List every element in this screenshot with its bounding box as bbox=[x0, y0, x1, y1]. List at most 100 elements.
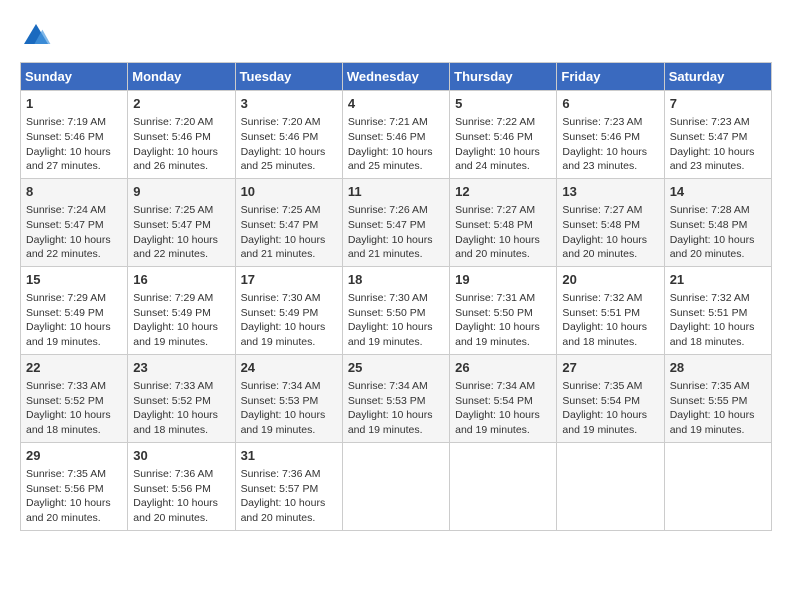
day-number: 16 bbox=[133, 271, 229, 289]
sunrise-label: Sunrise: 7:20 AM bbox=[133, 116, 213, 128]
sunrise-label: Sunrise: 7:27 AM bbox=[455, 204, 535, 216]
sunset-label: Sunset: 5:48 PM bbox=[562, 219, 640, 231]
logo-icon bbox=[20, 20, 52, 52]
day-number: 4 bbox=[348, 95, 444, 113]
sunrise-label: Sunrise: 7:29 AM bbox=[133, 292, 213, 304]
day-number: 19 bbox=[455, 271, 551, 289]
sunrise-label: Sunrise: 7:33 AM bbox=[133, 380, 213, 392]
daylight-minutes: and 23 minutes. bbox=[562, 160, 637, 172]
day-number: 22 bbox=[26, 359, 122, 377]
daylight-minutes: and 20 minutes. bbox=[241, 512, 316, 524]
calendar-cell bbox=[450, 442, 557, 530]
daylight-label: Daylight: 10 hours bbox=[455, 146, 540, 158]
daylight-label: Daylight: 10 hours bbox=[562, 409, 647, 421]
sunrise-label: Sunrise: 7:35 AM bbox=[562, 380, 642, 392]
calendar-week-row: 15 Sunrise: 7:29 AM Sunset: 5:49 PM Dayl… bbox=[21, 266, 772, 354]
calendar-cell: 24 Sunrise: 7:34 AM Sunset: 5:53 PM Dayl… bbox=[235, 354, 342, 442]
daylight-label: Daylight: 10 hours bbox=[348, 409, 433, 421]
day-number: 12 bbox=[455, 183, 551, 201]
daylight-label: Daylight: 10 hours bbox=[26, 146, 111, 158]
sunrise-label: Sunrise: 7:25 AM bbox=[133, 204, 213, 216]
weekday-header-saturday: Saturday bbox=[664, 63, 771, 91]
day-number: 9 bbox=[133, 183, 229, 201]
day-number: 2 bbox=[133, 95, 229, 113]
day-number: 7 bbox=[670, 95, 766, 113]
weekday-header-friday: Friday bbox=[557, 63, 664, 91]
sunrise-label: Sunrise: 7:19 AM bbox=[26, 116, 106, 128]
calendar-cell bbox=[342, 442, 449, 530]
sunset-label: Sunset: 5:48 PM bbox=[670, 219, 748, 231]
daylight-minutes: and 22 minutes. bbox=[26, 248, 101, 260]
daylight-minutes: and 19 minutes. bbox=[670, 424, 745, 436]
sunset-label: Sunset: 5:47 PM bbox=[241, 219, 319, 231]
sunrise-label: Sunrise: 7:25 AM bbox=[241, 204, 321, 216]
sunset-label: Sunset: 5:50 PM bbox=[348, 307, 426, 319]
daylight-label: Daylight: 10 hours bbox=[241, 409, 326, 421]
day-number: 18 bbox=[348, 271, 444, 289]
daylight-label: Daylight: 10 hours bbox=[348, 146, 433, 158]
calendar-cell: 4 Sunrise: 7:21 AM Sunset: 5:46 PM Dayli… bbox=[342, 91, 449, 179]
day-number: 14 bbox=[670, 183, 766, 201]
sunrise-label: Sunrise: 7:36 AM bbox=[241, 468, 321, 480]
daylight-minutes: and 21 minutes. bbox=[241, 248, 316, 260]
sunrise-label: Sunrise: 7:31 AM bbox=[455, 292, 535, 304]
calendar-cell: 15 Sunrise: 7:29 AM Sunset: 5:49 PM Dayl… bbox=[21, 266, 128, 354]
calendar-cell: 30 Sunrise: 7:36 AM Sunset: 5:56 PM Dayl… bbox=[128, 442, 235, 530]
calendar-cell: 31 Sunrise: 7:36 AM Sunset: 5:57 PM Dayl… bbox=[235, 442, 342, 530]
calendar-cell: 8 Sunrise: 7:24 AM Sunset: 5:47 PM Dayli… bbox=[21, 178, 128, 266]
daylight-label: Daylight: 10 hours bbox=[133, 321, 218, 333]
sunset-label: Sunset: 5:47 PM bbox=[348, 219, 426, 231]
sunset-label: Sunset: 5:56 PM bbox=[133, 483, 211, 495]
sunset-label: Sunset: 5:51 PM bbox=[670, 307, 748, 319]
daylight-label: Daylight: 10 hours bbox=[133, 146, 218, 158]
daylight-minutes: and 20 minutes. bbox=[133, 512, 208, 524]
sunset-label: Sunset: 5:57 PM bbox=[241, 483, 319, 495]
daylight-minutes: and 22 minutes. bbox=[133, 248, 208, 260]
daylight-minutes: and 18 minutes. bbox=[133, 424, 208, 436]
weekday-header-tuesday: Tuesday bbox=[235, 63, 342, 91]
page-header bbox=[20, 20, 772, 52]
calendar-cell: 10 Sunrise: 7:25 AM Sunset: 5:47 PM Dayl… bbox=[235, 178, 342, 266]
daylight-minutes: and 18 minutes. bbox=[26, 424, 101, 436]
daylight-minutes: and 19 minutes. bbox=[133, 336, 208, 348]
weekday-header-row: SundayMondayTuesdayWednesdayThursdayFrid… bbox=[21, 63, 772, 91]
daylight-label: Daylight: 10 hours bbox=[562, 146, 647, 158]
daylight-label: Daylight: 10 hours bbox=[455, 409, 540, 421]
calendar-cell: 23 Sunrise: 7:33 AM Sunset: 5:52 PM Dayl… bbox=[128, 354, 235, 442]
day-number: 25 bbox=[348, 359, 444, 377]
calendar-table: SundayMondayTuesdayWednesdayThursdayFrid… bbox=[20, 62, 772, 531]
daylight-minutes: and 19 minutes. bbox=[348, 424, 423, 436]
daylight-minutes: and 26 minutes. bbox=[133, 160, 208, 172]
sunrise-label: Sunrise: 7:20 AM bbox=[241, 116, 321, 128]
calendar-cell: 11 Sunrise: 7:26 AM Sunset: 5:47 PM Dayl… bbox=[342, 178, 449, 266]
sunrise-label: Sunrise: 7:34 AM bbox=[241, 380, 321, 392]
weekday-header-sunday: Sunday bbox=[21, 63, 128, 91]
calendar-cell: 13 Sunrise: 7:27 AM Sunset: 5:48 PM Dayl… bbox=[557, 178, 664, 266]
calendar-cell bbox=[557, 442, 664, 530]
day-number: 31 bbox=[241, 447, 337, 465]
sunset-label: Sunset: 5:54 PM bbox=[562, 395, 640, 407]
daylight-minutes: and 20 minutes. bbox=[455, 248, 530, 260]
day-number: 26 bbox=[455, 359, 551, 377]
day-number: 21 bbox=[670, 271, 766, 289]
daylight-label: Daylight: 10 hours bbox=[670, 321, 755, 333]
weekday-header-thursday: Thursday bbox=[450, 63, 557, 91]
day-number: 24 bbox=[241, 359, 337, 377]
daylight-minutes: and 19 minutes. bbox=[241, 336, 316, 348]
sunset-label: Sunset: 5:49 PM bbox=[241, 307, 319, 319]
calendar-cell: 22 Sunrise: 7:33 AM Sunset: 5:52 PM Dayl… bbox=[21, 354, 128, 442]
sunrise-label: Sunrise: 7:28 AM bbox=[670, 204, 750, 216]
calendar-week-row: 29 Sunrise: 7:35 AM Sunset: 5:56 PM Dayl… bbox=[21, 442, 772, 530]
sunrise-label: Sunrise: 7:23 AM bbox=[670, 116, 750, 128]
calendar-cell: 3 Sunrise: 7:20 AM Sunset: 5:46 PM Dayli… bbox=[235, 91, 342, 179]
sunset-label: Sunset: 5:52 PM bbox=[26, 395, 104, 407]
sunset-label: Sunset: 5:53 PM bbox=[348, 395, 426, 407]
daylight-minutes: and 20 minutes. bbox=[670, 248, 745, 260]
calendar-cell: 16 Sunrise: 7:29 AM Sunset: 5:49 PM Dayl… bbox=[128, 266, 235, 354]
sunset-label: Sunset: 5:49 PM bbox=[26, 307, 104, 319]
calendar-cell: 19 Sunrise: 7:31 AM Sunset: 5:50 PM Dayl… bbox=[450, 266, 557, 354]
day-number: 28 bbox=[670, 359, 766, 377]
sunset-label: Sunset: 5:46 PM bbox=[133, 131, 211, 143]
calendar-cell: 17 Sunrise: 7:30 AM Sunset: 5:49 PM Dayl… bbox=[235, 266, 342, 354]
calendar-cell: 26 Sunrise: 7:34 AM Sunset: 5:54 PM Dayl… bbox=[450, 354, 557, 442]
